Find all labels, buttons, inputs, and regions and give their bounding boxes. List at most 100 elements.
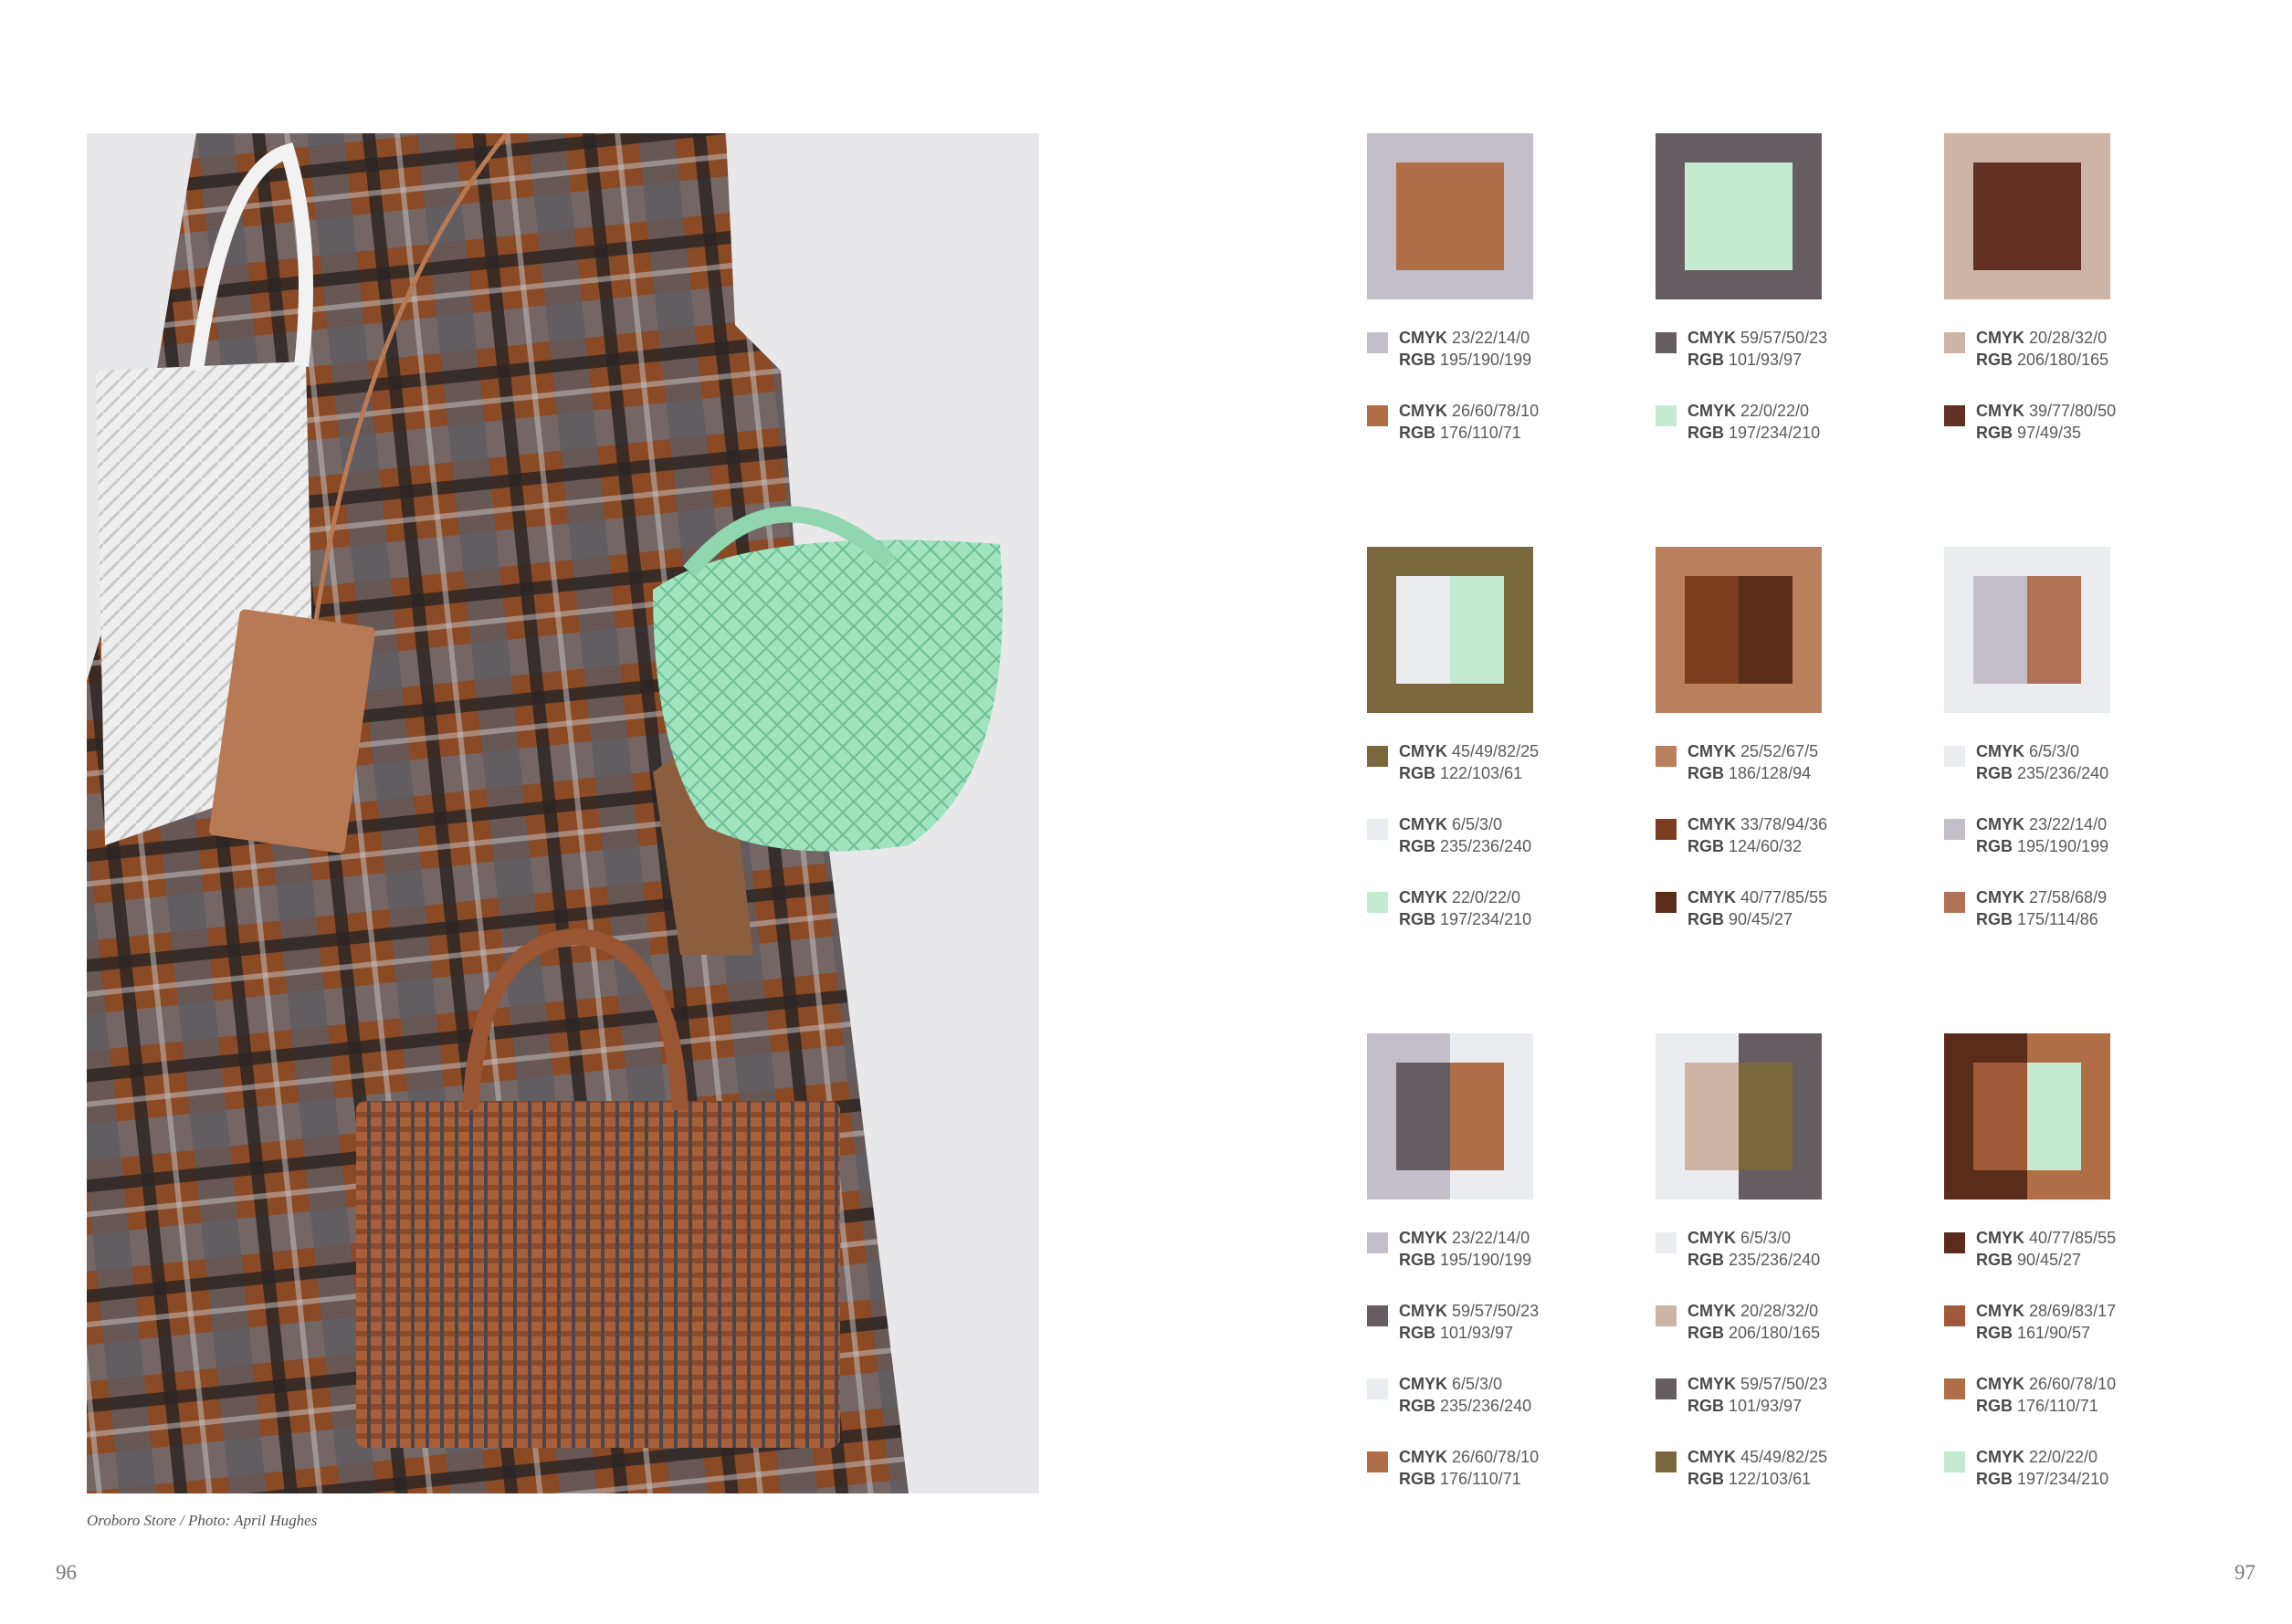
rgb-label: RGB bbox=[1399, 910, 1435, 928]
rgb-value: 161/90/57 bbox=[2013, 1324, 2091, 1342]
color-chip bbox=[1367, 819, 1388, 840]
swatch-row: CMYK 22/0/22/0 RGB 197/234/210 bbox=[1367, 888, 1568, 963]
color-codes: CMYK 26/60/78/10 RGB 176/110/71 bbox=[1976, 1373, 2116, 1417]
color-chip bbox=[1367, 1378, 1388, 1399]
rgb-label: RGB bbox=[1399, 351, 1435, 369]
color-chip bbox=[1656, 819, 1677, 840]
cmyk-label: CMYK bbox=[1976, 815, 2024, 833]
rgb-value: 235/236/240 bbox=[1435, 1397, 1532, 1415]
color-codes: CMYK 59/57/50/23 RGB 101/93/97 bbox=[1687, 327, 1827, 371]
preview-inner-right bbox=[2027, 1063, 2081, 1170]
cmyk-value: 45/49/82/25 bbox=[1736, 1448, 1828, 1466]
cmyk-label: CMYK bbox=[1399, 1448, 1447, 1466]
rgb-line: RGB 186/128/94 bbox=[1687, 762, 1818, 784]
color-codes: CMYK 22/0/22/0 RGB 197/234/210 bbox=[1687, 400, 1820, 444]
color-chip bbox=[1367, 892, 1388, 913]
cmyk-line: CMYK 6/5/3/0 bbox=[1687, 1227, 1820, 1249]
magazine-spread: Oroboro Store / Photo: April Hughes 96 9… bbox=[0, 0, 2292, 1624]
rgb-label: RGB bbox=[1976, 424, 2013, 442]
preview-inner-left bbox=[1973, 576, 2027, 684]
rgb-value: 176/110/71 bbox=[2013, 1397, 2098, 1415]
cmyk-label: CMYK bbox=[1399, 815, 1447, 833]
rgb-line: RGB 176/110/71 bbox=[1976, 1395, 2116, 1417]
photo-caption: Oroboro Store / Photo: April Hughes bbox=[87, 1512, 318, 1529]
color-codes: CMYK 22/0/22/0 RGB 197/234/210 bbox=[1976, 1446, 2108, 1490]
rgb-line: RGB 101/93/97 bbox=[1687, 349, 1827, 371]
cmyk-label: CMYK bbox=[1687, 888, 1736, 906]
preview-inner-right bbox=[1450, 1063, 1504, 1170]
rgb-label: RGB bbox=[1687, 351, 1724, 369]
cmyk-value: 23/22/14/0 bbox=[1447, 329, 1530, 347]
color-codes: CMYK 59/57/50/23 RGB 101/93/97 bbox=[1687, 1373, 1827, 1417]
palette-preview bbox=[1944, 133, 2110, 299]
rgb-line: RGB 101/93/97 bbox=[1687, 1395, 1827, 1417]
swatch-list: CMYK 23/22/14/0 RGB 195/190/199 CMYK 59/57… bbox=[1367, 1229, 1568, 1523]
rgb-label: RGB bbox=[1976, 764, 2013, 782]
cmyk-value: 6/5/3/0 bbox=[1736, 1229, 1792, 1247]
cmyk-value: 59/57/50/23 bbox=[1447, 1302, 1540, 1320]
cmyk-line: CMYK 45/49/82/25 bbox=[1687, 1446, 1827, 1468]
cmyk-value: 33/78/94/36 bbox=[1736, 815, 1828, 833]
cmyk-value: 6/5/3/0 bbox=[1447, 815, 1503, 833]
cmyk-label: CMYK bbox=[1687, 815, 1736, 833]
rgb-label: RGB bbox=[1687, 1324, 1724, 1342]
cmyk-label: CMYK bbox=[1399, 1375, 1447, 1393]
rgb-value: 176/110/71 bbox=[1435, 424, 1521, 442]
color-chip bbox=[1367, 405, 1388, 426]
color-codes: CMYK 45/49/82/25 RGB 122/103/61 bbox=[1687, 1446, 1827, 1490]
rgb-line: RGB 206/180/165 bbox=[1976, 349, 2108, 371]
preview-inner-left bbox=[1396, 1063, 1450, 1170]
swatch-row: CMYK 6/5/3/0 RGB 235/236/240 bbox=[1367, 815, 1568, 890]
color-codes: CMYK 39/77/80/50 RGB 97/49/35 bbox=[1976, 400, 2116, 444]
swatch-list: CMYK 6/5/3/0 RGB 235/236/240 CMYK 23/22/14… bbox=[1944, 742, 2145, 963]
color-chip bbox=[1656, 1232, 1677, 1253]
cmyk-line: CMYK 23/22/14/0 bbox=[1399, 1227, 1531, 1249]
cmyk-value: 59/57/50/23 bbox=[1736, 329, 1828, 347]
cmyk-value: 27/58/68/9 bbox=[2024, 888, 2108, 906]
palette-preview bbox=[1367, 133, 1533, 299]
swatch-row: CMYK 59/57/50/23 RGB 101/93/97 bbox=[1656, 1375, 1856, 1450]
palette-preview bbox=[1944, 1033, 2110, 1200]
cmyk-value: 39/77/80/50 bbox=[2024, 402, 2117, 420]
cmyk-line: CMYK 6/5/3/0 bbox=[1399, 1373, 1531, 1395]
preview-inner-right bbox=[2027, 576, 2081, 684]
cmyk-label: CMYK bbox=[1976, 402, 2024, 420]
swatch-list: CMYK 6/5/3/0 RGB 235/236/240 CMYK 20/28/32… bbox=[1656, 1229, 1856, 1523]
color-chip bbox=[1944, 332, 1965, 353]
cmyk-line: CMYK 22/0/22/0 bbox=[1687, 400, 1820, 422]
cmyk-label: CMYK bbox=[1976, 1375, 2024, 1393]
preview-inner-right bbox=[1450, 576, 1504, 684]
rgb-label: RGB bbox=[1399, 1251, 1435, 1269]
rgb-value: 175/114/86 bbox=[2013, 910, 2098, 928]
rgb-value: 176/110/71 bbox=[1435, 1470, 1521, 1488]
cmyk-line: CMYK 40/77/85/55 bbox=[1687, 886, 1827, 908]
rgb-label: RGB bbox=[1687, 424, 1724, 442]
cmyk-label: CMYK bbox=[1687, 402, 1736, 420]
color-chip bbox=[1656, 1305, 1677, 1326]
cmyk-line: CMYK 45/49/82/25 bbox=[1399, 740, 1539, 762]
rgb-line: RGB 90/45/27 bbox=[1976, 1249, 2116, 1271]
rgb-label: RGB bbox=[1976, 351, 2013, 369]
cmyk-line: CMYK 23/22/14/0 bbox=[1976, 813, 2108, 835]
palette-preview bbox=[1656, 1033, 1822, 1200]
rgb-label: RGB bbox=[1687, 837, 1724, 855]
cmyk-value: 6/5/3/0 bbox=[1447, 1375, 1503, 1393]
color-chip bbox=[1367, 746, 1388, 767]
color-chip bbox=[1656, 892, 1677, 913]
rgb-value: 186/128/94 bbox=[1724, 764, 1812, 782]
palette-preview bbox=[1656, 547, 1822, 713]
color-chip bbox=[1367, 1305, 1388, 1326]
preview-inner-left bbox=[1396, 576, 1450, 684]
swatch-row: CMYK 26/60/78/10 RGB 176/110/71 bbox=[1367, 1448, 1568, 1523]
rgb-label: RGB bbox=[1976, 1324, 2013, 1342]
swatch-row: CMYK 26/60/78/10 RGB 176/110/71 bbox=[1367, 400, 1568, 477]
rgb-line: RGB 195/190/199 bbox=[1399, 349, 1531, 371]
color-chip bbox=[1944, 1451, 1965, 1472]
page-number-left: 96 bbox=[56, 1561, 77, 1584]
color-codes: CMYK 27/58/68/9 RGB 175/114/86 bbox=[1976, 886, 2107, 930]
color-chip bbox=[1367, 332, 1388, 353]
rgb-value: 101/93/97 bbox=[1435, 1324, 1514, 1342]
preview-inner bbox=[1685, 162, 1793, 270]
color-codes: CMYK 26/60/78/10 RGB 176/110/71 bbox=[1399, 400, 1539, 444]
cmyk-label: CMYK bbox=[1399, 329, 1447, 347]
